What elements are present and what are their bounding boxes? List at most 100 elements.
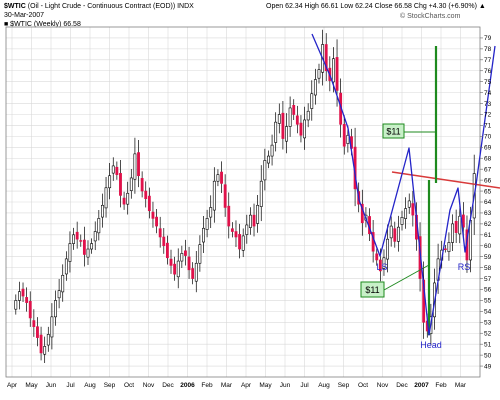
candle-down [292,105,296,115]
candle-up [396,226,400,242]
head-label: Head [420,340,442,350]
candle-up [198,244,202,264]
y-tick-label: 49 [484,363,492,370]
candle-down [119,173,122,196]
head-and-shoulders-path [311,33,496,336]
x-tick-label: Apr [241,382,252,389]
candle-up [86,248,90,258]
candle-up [404,208,408,219]
x-tick-label: Sep [104,382,116,389]
candle-up [451,223,454,243]
y-tick-label: 67 [484,166,492,173]
candlesticks [14,29,476,364]
candle-down [299,122,303,136]
x-tick-label: Nov [143,382,155,389]
candle-down [234,231,238,238]
box-lower-label: $11 [365,285,379,295]
candle-up [176,260,180,278]
candle-down [191,268,195,279]
candle-down [227,205,231,227]
candle-up [288,107,292,127]
candle-down [79,240,83,242]
candle-up [332,58,335,83]
candle-up [303,119,306,139]
candle-down [342,124,346,147]
y-tick-label: 60 [484,243,492,250]
candle-down [158,228,162,238]
candle-down [75,231,79,240]
x-tick-label: Feb [201,382,213,389]
y-tick-label: 56 [484,287,492,294]
candle-up [104,187,108,209]
candle-up [400,217,404,225]
x-tick-label: Aug [84,382,96,389]
x-tick-label: Oct [358,382,368,389]
candle-up [111,165,115,174]
candle-down [375,253,379,261]
candle-down [187,256,191,271]
candle-up [386,238,389,260]
candle-down [443,248,447,251]
candle-down [252,214,256,227]
candle-up [64,258,68,275]
y-tick-label: 64 [484,199,492,206]
candle-up [54,300,57,318]
candle-up [277,114,281,124]
y-tick-label: 57 [484,276,492,283]
x-tick-label: May [259,382,272,389]
candle-up [93,231,97,242]
y-tick-label: 52 [484,330,492,337]
candle-up [212,180,216,211]
candle-up [205,218,209,230]
candle-down [155,216,158,227]
y-tick-label: 61 [484,232,492,239]
candle-down [162,236,166,247]
candle-down [151,211,155,219]
y-tick-label: 77 [484,57,492,64]
candle-down [82,239,86,255]
candle-up [241,235,245,251]
y-tick-label: 62 [484,221,492,228]
x-tick-label: Sep [338,382,350,389]
x-tick-label: 2006 [180,382,195,389]
x-tick-label: Dec [162,382,174,389]
candle-up [407,200,411,208]
y-tick-label: 78 [484,46,492,53]
candle-down [169,258,173,266]
candle-down [411,203,415,216]
candle-up [43,346,47,355]
candle-up [458,215,462,235]
candle-down [122,197,126,205]
candle-up [274,121,278,143]
candle-up [447,242,451,252]
x-tick-label: Mar [221,382,233,389]
candle-down [21,288,25,297]
candle-down [335,57,339,91]
candle-down [147,195,151,212]
box-upper-label: $11 [386,127,400,137]
candle-up [14,300,18,310]
candle-up [108,175,112,189]
y-tick-label: 58 [484,265,492,272]
candle-up [133,153,137,180]
y-tick-label: 55 [484,298,492,305]
candle-down [220,171,223,184]
y-tick-label: 76 [484,68,492,75]
candle-up [72,234,75,244]
candle-up [248,214,252,228]
candle-up [267,155,270,164]
x-tick-label: Dec [396,382,408,389]
x-axis: Apr May Jun Jul Aug Sep Oct Nov Dec 2006 Feb Mar Apr… [7,382,467,389]
candle-down [173,263,177,275]
x-tick-label: 2007 [414,382,429,389]
y-tick-label: 63 [484,210,492,217]
x-tick-label: Jun [46,382,57,389]
candle-down [32,320,36,327]
candle-up [317,69,321,79]
candle-down [144,190,148,200]
candle-up [126,192,130,205]
y-tick-label: 73 [484,101,492,108]
x-tick-label: Nov [377,382,389,389]
candle-up [46,334,50,346]
candle-up [310,93,314,109]
